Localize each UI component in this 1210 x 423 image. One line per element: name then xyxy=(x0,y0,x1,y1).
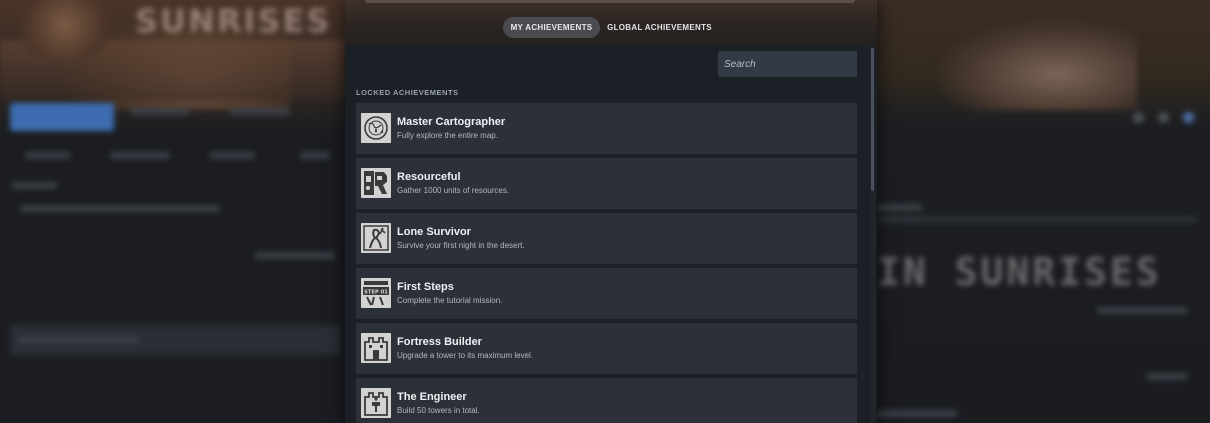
achievement-name: First Steps xyxy=(397,281,454,293)
community-content-panel xyxy=(10,325,340,355)
fortress-icon xyxy=(361,333,391,363)
bg-icon xyxy=(1158,112,1169,123)
bg-info-text xyxy=(130,108,190,115)
achievement-row[interactable]: Master Cartographer Fully explore the en… xyxy=(356,103,857,154)
step-01-icon: STEP 01 xyxy=(361,278,391,308)
bg-info-text xyxy=(230,108,290,115)
background-artwork xyxy=(937,20,1137,110)
achievement-description: Build 50 towers in total. xyxy=(397,406,480,415)
play-button[interactable] xyxy=(10,103,114,131)
locked-achievements-heading: LOCKED ACHIEVEMENTS xyxy=(356,88,459,97)
bg-text-line xyxy=(1097,307,1187,314)
survivor-icon xyxy=(361,223,391,253)
background-left-panel: SUNRISES xyxy=(0,0,345,423)
tab-my-achievements[interactable]: MY ACHIEVEMENTS xyxy=(503,17,600,38)
bg-icon xyxy=(1133,112,1144,123)
resource-icon xyxy=(361,168,391,198)
achievement-description: Upgrade a tower to its maximum level. xyxy=(397,351,534,360)
bg-tab xyxy=(300,152,330,159)
scrollbar-thumb[interactable] xyxy=(871,48,874,191)
bg-text-line xyxy=(1147,373,1187,380)
modal-header: MY ACHIEVEMENTS GLOBAL ACHIEVEMENTS xyxy=(345,0,877,46)
game-logo-text-right: IN SUNRISES xyxy=(877,250,1162,294)
achievement-description: Survive your first night in the desert. xyxy=(397,241,525,250)
bg-heading xyxy=(877,204,922,211)
achievement-row[interactable]: Resourceful Gather 1000 units of resourc… xyxy=(356,158,857,209)
achievement-list: Master Cartographer Fully explore the en… xyxy=(356,103,857,423)
achievement-name: Resourceful xyxy=(397,171,461,183)
tab-global-achievements[interactable]: GLOBAL ACHIEVEMENTS xyxy=(607,17,712,38)
achievement-row[interactable]: The Engineer Build 50 towers in total. xyxy=(356,378,857,423)
search-input[interactable] xyxy=(718,51,857,77)
bg-icon xyxy=(1183,112,1194,123)
map-icon xyxy=(361,113,391,143)
achievement-row[interactable]: Lone Survivor Survive your first night i… xyxy=(356,213,857,264)
bg-text-line xyxy=(20,205,220,212)
achievement-row[interactable]: Fortress Builder Upgrade a tower to its … xyxy=(356,323,857,374)
achievement-description: Gather 1000 units of resources. xyxy=(397,186,510,195)
bg-tab xyxy=(210,152,255,159)
achievement-name: Lone Survivor xyxy=(397,226,471,238)
achievement-name: Fortress Builder xyxy=(397,336,482,348)
step-01-label: STEP 01 xyxy=(364,290,388,296)
achievements-modal: MY ACHIEVEMENTS GLOBAL ACHIEVEMENTS LOCK… xyxy=(345,0,877,423)
engineer-icon xyxy=(361,388,391,418)
achievement-row[interactable]: STEP 01 First Steps Complete the tutoria… xyxy=(356,268,857,319)
achievement-description: Complete the tutorial mission. xyxy=(397,296,503,305)
bg-text-line xyxy=(877,410,957,417)
bg-tab xyxy=(110,152,170,159)
game-logo-text: SUNRISES xyxy=(135,2,332,40)
achievement-description: Fully explore the entire map. xyxy=(397,131,498,140)
bg-progress-bar xyxy=(877,216,1197,223)
achievement-name: Master Cartographer xyxy=(397,116,506,128)
bg-tab xyxy=(25,152,70,159)
bg-text-line xyxy=(255,252,335,259)
achievement-name: The Engineer xyxy=(397,391,467,403)
bg-heading xyxy=(12,182,57,189)
header-strip xyxy=(365,0,855,3)
background-right-panel: IN SUNRISES xyxy=(877,0,1210,423)
